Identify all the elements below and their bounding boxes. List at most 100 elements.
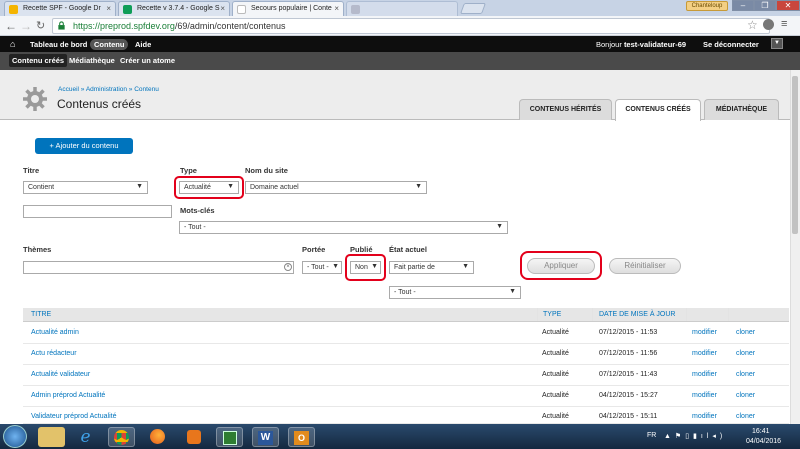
internet-explorer-icon[interactable]: e — [72, 427, 99, 447]
browser-tab-secours-populaire[interactable]: Secours populaire | Conte × — [232, 1, 344, 16]
url-path: /69/admin/content/contenus — [174, 21, 286, 31]
clone-link[interactable]: cloner — [736, 392, 755, 399]
edit-link[interactable]: modifier — [692, 329, 717, 336]
close-tab-icon[interactable]: × — [220, 4, 225, 13]
edit-link[interactable]: modifier — [692, 371, 717, 378]
type-label: Type — [180, 166, 197, 175]
scrollbar-thumb[interactable] — [792, 76, 798, 234]
clock-time[interactable]: 16:41 — [752, 428, 770, 435]
chrome-icon[interactable] — [108, 427, 135, 447]
home-icon[interactable]: ⌂ — [10, 39, 15, 49]
lock-icon — [58, 21, 65, 30]
clone-link[interactable]: cloner — [736, 413, 755, 420]
tab-mediatheque[interactable]: MÉDIATHÈQUE — [704, 99, 779, 120]
col-titre[interactable]: TITRE — [31, 311, 51, 318]
portee-select[interactable]: - Tout - ▼ — [302, 261, 342, 274]
address-bar[interactable]: https://preprod.spfdev.org/69/admin/cont… — [52, 18, 770, 34]
publie-select[interactable]: Non ▼ — [350, 261, 381, 274]
maximize-button[interactable]: ❐ — [754, 0, 776, 11]
word-icon[interactable]: W — [252, 427, 279, 447]
chevron-down-icon: ▼ — [136, 183, 143, 190]
logout-link[interactable]: Se déconnecter — [703, 40, 759, 49]
titre-label: Titre — [23, 166, 40, 175]
row-title-link[interactable]: Actualité admin — [31, 329, 79, 336]
col-date[interactable]: DATE DE MISE À JOUR — [599, 311, 676, 318]
tab-contenus-herites[interactable]: CONTENUS HÉRITÉS — [519, 99, 612, 120]
menu-help[interactable]: Aide — [135, 40, 151, 49]
edit-link[interactable]: modifier — [692, 413, 717, 420]
minimize-button[interactable]: – — [732, 0, 754, 11]
apply-button[interactable]: Appliquer — [527, 258, 595, 274]
browser-tab-recette-sheet[interactable]: Recette v 3.7.4 - Google S × — [118, 1, 230, 16]
themes-input[interactable] — [23, 261, 294, 274]
reload-icon[interactable]: ↻ — [36, 19, 45, 32]
media-player-icon[interactable] — [180, 427, 207, 447]
tab-contenus-crees[interactable]: CONTENUS CRÉÉS — [615, 99, 701, 121]
start-button[interactable] — [3, 425, 27, 448]
site-select[interactable]: Domaine actuel ▼ — [245, 181, 427, 194]
col-type[interactable]: TYPE — [543, 311, 561, 318]
close-tab-icon[interactable]: × — [334, 4, 339, 13]
row-type: Actualité — [542, 413, 569, 420]
shortcut-creer-atome[interactable]: Créer un atome — [120, 56, 175, 65]
firefox-icon[interactable] — [144, 427, 171, 447]
toggle-shortcuts-icon[interactable]: ▼ — [771, 38, 783, 49]
clock-date[interactable]: 04/04/2016 — [746, 438, 781, 445]
forward-icon[interactable]: → — [20, 19, 32, 33]
extension-icon[interactable] — [763, 19, 774, 30]
menu-dashboard[interactable]: Tableau de bord — [30, 40, 87, 49]
row-title-link[interactable]: Actualité validateur — [31, 371, 90, 378]
row-date: 04/12/2015 - 15:27 — [599, 392, 658, 399]
row-type: Actualité — [542, 371, 569, 378]
explorer-icon[interactable] — [38, 427, 65, 447]
clear-icon[interactable]: × — [284, 263, 292, 271]
edit-link[interactable]: modifier — [692, 350, 717, 357]
app-icon[interactable] — [216, 427, 243, 447]
etat-sub-select[interactable]: - Tout - ▼ — [389, 286, 521, 299]
clone-link[interactable]: cloner — [736, 371, 755, 378]
titre-operator-select[interactable]: Contient ▼ — [23, 181, 148, 194]
close-window-button[interactable]: ✕ — [776, 0, 800, 11]
table-row: Actu rédacteur Actualité 07/12/2015 - 11… — [23, 344, 789, 365]
admin-toolbar: ⌂ Tableau de bord Contenu Aide Bonjour t… — [0, 36, 800, 52]
language-indicator[interactable]: FR — [647, 432, 656, 439]
row-type: Actualité — [542, 392, 569, 399]
clone-link[interactable]: cloner — [736, 350, 755, 357]
reset-button[interactable]: Réinitialiser — [609, 258, 681, 274]
chevron-down-icon: ▼ — [227, 183, 234, 190]
browser-tab-blurred[interactable] — [346, 1, 458, 16]
chrome-menu-icon[interactable]: ≡ — [781, 18, 787, 30]
tab-favicon — [351, 5, 360, 14]
back-icon[interactable]: ← — [5, 19, 17, 33]
publie-label: Publié — [350, 245, 373, 254]
motscles-select[interactable]: - Tout - ▼ — [179, 221, 508, 234]
row-title-link[interactable]: Admin préprod Actualité — [31, 392, 105, 399]
shortcut-contenu-crees[interactable]: Contenu créés — [9, 54, 68, 67]
new-tab-button[interactable] — [459, 3, 487, 14]
menu-content[interactable]: Contenu — [90, 39, 129, 50]
add-content-button[interactable]: + Ajouter du contenu — [35, 138, 133, 154]
clone-link[interactable]: cloner — [736, 329, 755, 336]
row-date: 04/12/2015 - 15:11 — [599, 413, 658, 420]
row-title-link[interactable]: Validateur préprod Actualité — [31, 413, 116, 420]
bookmark-star-icon[interactable]: ☆ — [747, 18, 758, 32]
chevron-down-icon: ▼ — [509, 288, 516, 295]
etat-select[interactable]: Fait partie de ▼ — [389, 261, 474, 274]
tray-icons[interactable]: ▲⚑▯▮ıl◂) — [664, 432, 726, 440]
breadcrumb[interactable]: Accueil » Administration » Contenu — [58, 86, 159, 93]
browser-tab-recette-spf[interactable]: Recette SPF - Google Dr × — [4, 1, 116, 16]
close-tab-icon[interactable]: × — [106, 4, 111, 13]
row-title-link[interactable]: Actu rédacteur — [31, 350, 77, 357]
row-date: 07/12/2015 - 11:43 — [599, 371, 658, 378]
titre-input[interactable] — [23, 205, 172, 218]
outlook-icon[interactable]: O — [288, 427, 315, 447]
row-date: 07/12/2015 - 11:53 — [599, 329, 658, 336]
edit-link[interactable]: modifier — [692, 392, 717, 399]
shortcut-mediatheque[interactable]: Médiathèque — [69, 56, 115, 65]
type-select[interactable]: Actualité ▼ — [179, 181, 239, 194]
table-row: Actualité admin Actualité 07/12/2015 - 1… — [23, 323, 789, 344]
motscles-label: Mots-clés — [180, 206, 215, 215]
themes-label: Thèmes — [23, 245, 52, 254]
row-type: Actualité — [542, 350, 569, 357]
profile-chip[interactable]: Chanteloup — [686, 1, 728, 11]
